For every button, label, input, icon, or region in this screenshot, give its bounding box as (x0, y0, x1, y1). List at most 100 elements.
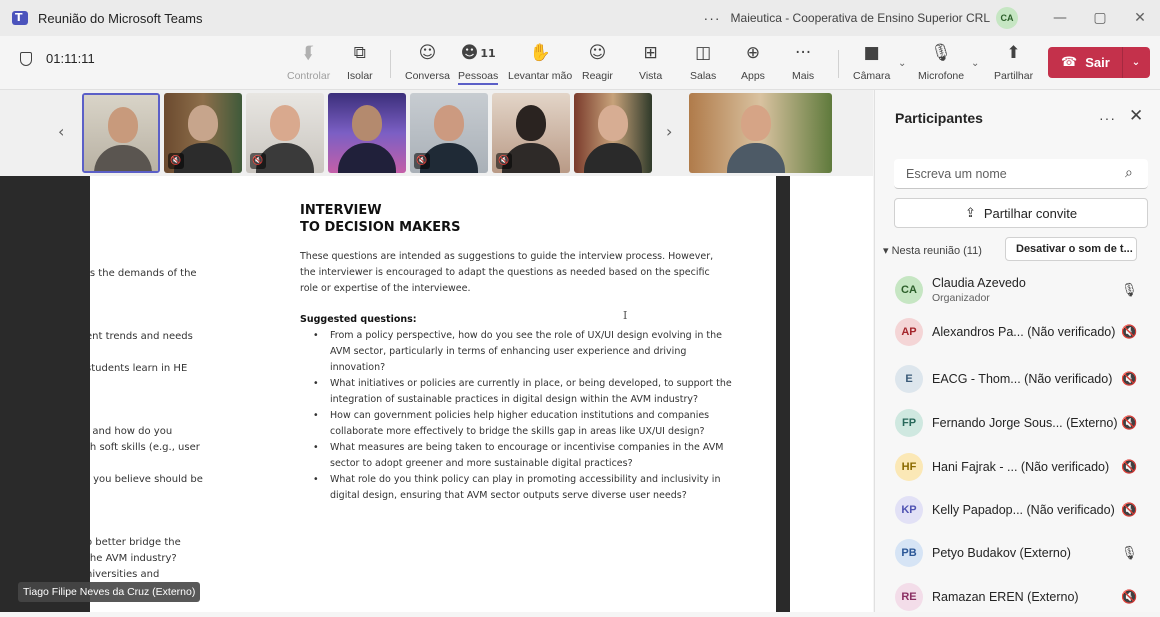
hand-icon: ✋ (529, 43, 551, 63)
more-options-icon[interactable]: ··· (704, 10, 721, 26)
view-button[interactable]: ⊞ Vista (639, 42, 662, 82)
video-tile[interactable]: 🔇 (410, 93, 488, 173)
suggested-questions-heading: Suggested questions: (300, 314, 417, 325)
cut-text-line: ts the demands of the (90, 268, 197, 279)
participant-row[interactable]: RE Ramazan EREN (Externo) 🔇 (895, 577, 1157, 617)
timer-text: 01:11:11 (46, 51, 95, 66)
leave-button[interactable]: ☎ Sair ⌄ (1048, 47, 1150, 78)
rooms-button[interactable]: ◫ Salas (690, 42, 716, 82)
participant-text: Kelly Papadop... (Não verificado) (932, 503, 1117, 517)
microphone-icon: 🎙 (930, 43, 952, 63)
participant-row[interactable]: PB Petyo Budakov (Externo) 🎙 (895, 533, 1157, 573)
cut-text-line: the AVM industry? (90, 553, 177, 564)
more-button[interactable]: ··· Mais (792, 42, 814, 82)
muted-microphone-icon[interactable]: 🔇 (1121, 460, 1137, 475)
microphone-icon[interactable]: 🎙 (1121, 546, 1138, 561)
video-tile-speaker[interactable] (689, 93, 832, 173)
next-arrow-icon[interactable]: › (666, 122, 672, 141)
muted-microphone-icon[interactable]: 🔇 (1121, 503, 1137, 518)
muted-icon: 🔇 (496, 153, 512, 169)
minimize-button[interactable]: — (1040, 10, 1080, 26)
muted-microphone-icon[interactable]: 🔇 (1121, 416, 1137, 431)
participant-row[interactable]: HF Hani Fajrak - ... (Não verificado) 🔇 (895, 447, 1157, 487)
mic-options-chevron-icon[interactable]: ⌄ (971, 58, 979, 69)
control-icon: ⮮ (303, 43, 314, 63)
video-tile[interactable]: 🔇 (246, 93, 324, 173)
maximize-button[interactable]: ▢ (1080, 10, 1120, 26)
avatar: CA (895, 276, 923, 304)
participant-row[interactable]: E EACG - Thom... (Não verificado) 🔇 (895, 359, 1157, 399)
participant-name: Alexandros Pa... (Não verificado) (932, 325, 1116, 339)
panel-more-icon[interactable]: ··· (1099, 110, 1116, 126)
camera-button[interactable]: ■ Câmara (853, 42, 890, 82)
video-tile[interactable] (328, 93, 406, 173)
avatar: FP (895, 409, 923, 437)
panel-title: Participantes (895, 110, 983, 126)
close-window-button[interactable]: ✕ (1120, 10, 1160, 26)
shared-document: ts the demands of the ent trends and nee… (90, 176, 776, 612)
leave-options-chevron-icon[interactable]: ⌄ (1132, 57, 1140, 68)
camera-icon: ■ (863, 43, 880, 63)
meeting-timer: 01:11:11 (20, 51, 95, 66)
avatar: HF (895, 453, 923, 481)
participant-text: Fernando Jorge Sous... (Externo) (932, 416, 1117, 430)
participant-row[interactable]: CA Claudia Azevedo Organizador 🎙 (895, 270, 1157, 310)
people-icon: ☻ 11 (460, 43, 496, 63)
mute-all-button[interactable]: Desativar o som de t... (1005, 237, 1137, 261)
chat-button[interactable]: ☺ Conversa (405, 42, 450, 82)
toolbar-divider (390, 50, 391, 78)
previous-arrow-icon[interactable]: ‹ (58, 122, 64, 141)
raise-hand-button[interactable]: ✋ Levantar mão (508, 42, 572, 82)
cut-text-line: , and how do you (90, 426, 173, 437)
muted-microphone-icon[interactable]: 🔇 (1121, 590, 1137, 605)
questions-list: From a policy perspective, how do you se… (313, 328, 740, 504)
video-tile[interactable] (82, 93, 160, 173)
cut-text-line: t you believe should be (90, 474, 203, 485)
participant-row[interactable]: AP Alexandros Pa... (Não verificado) 🔇 (895, 312, 1157, 352)
video-tile[interactable]: 🔇 (164, 93, 242, 173)
teams-logo-icon (12, 11, 28, 25)
cut-text-line: o better bridge the (90, 537, 181, 548)
react-button[interactable]: ☺ Reagir (582, 42, 613, 82)
meeting-toolbar: 01:11:11 ⮮ Controlar ⧉ Isolar ☺ Conversa… (0, 36, 1160, 90)
participant-text: Petyo Budakov (Externo) (932, 546, 1117, 560)
muted-microphone-icon[interactable]: 🔇 (1121, 372, 1137, 387)
participant-role: Organizador (932, 292, 990, 304)
rooms-icon: ◫ (695, 43, 712, 63)
avatar: RE (895, 583, 923, 611)
participant-name: Fernando Jorge Sous... (Externo) (932, 416, 1117, 430)
video-tile[interactable]: 🔇 (492, 93, 570, 173)
organization-name[interactable]: Maieutica - Cooperativa de Ensino Superi… (731, 11, 990, 25)
shield-icon (20, 51, 32, 66)
video-tile[interactable] (574, 93, 652, 173)
participant-text: Hani Fajrak - ... (Não verificado) (932, 460, 1117, 474)
participants-count: 11 (480, 46, 496, 60)
grid-icon: ⊞ (643, 43, 658, 63)
cut-text-line: ent trends and needs (90, 331, 193, 342)
muted-icon: 🔇 (414, 153, 430, 169)
participant-text: Ramazan EREN (Externo) (932, 590, 1117, 604)
participant-row[interactable]: KP Kelly Papadop... (Não verificado) 🔇 (895, 490, 1157, 530)
in-meeting-section-toggle[interactable]: ▾ Nesta reunião (11) (883, 244, 982, 257)
share-invite-button[interactable]: ⇪ Partilhar convite (894, 198, 1148, 228)
share-button[interactable]: ⬆ Partilhar (994, 42, 1033, 82)
muted-icon: 🔇 (168, 153, 184, 169)
participant-name: EACG - Thom... (Não verificado) (932, 372, 1113, 386)
apps-button[interactable]: ⊕ Apps (741, 42, 765, 82)
muted-microphone-icon[interactable]: 🔇 (1121, 325, 1137, 340)
camera-options-chevron-icon[interactable]: ⌄ (898, 58, 906, 69)
muted-icon: 🔇 (250, 153, 266, 169)
control-button[interactable]: ⮮ Controlar (287, 42, 330, 82)
panel-close-icon[interactable]: ✕ (1129, 106, 1143, 126)
microphone-icon[interactable]: 🎙 (1121, 283, 1138, 298)
account-avatar[interactable]: CA (996, 7, 1018, 29)
text-cursor-icon: I (623, 309, 628, 322)
participant-row[interactable]: FP Fernando Jorge Sous... (Externo) 🔇 (895, 403, 1157, 443)
shared-screen-edge (790, 176, 873, 612)
people-button[interactable]: ☻ 11 Pessoas (458, 42, 499, 85)
microphone-button[interactable]: 🎙 Microfone (918, 42, 964, 82)
search-input[interactable] (894, 159, 1148, 189)
toolbar-divider (838, 50, 839, 78)
isolate-button[interactable]: ⧉ Isolar (347, 42, 373, 82)
share-invite-label: Partilhar convite (983, 205, 1078, 221)
